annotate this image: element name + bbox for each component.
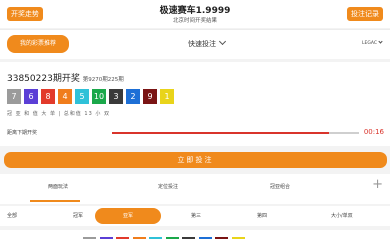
tab-recommend[interactable]: 我的彩票推荐	[7, 35, 69, 53]
color-swatch	[116, 237, 129, 239]
tab-position-bet[interactable]: 定位投注	[158, 183, 178, 190]
place-bet-button[interactable]: 立即投注	[4, 152, 387, 168]
color-swatch	[149, 237, 162, 239]
color-swatch	[198, 237, 212, 239]
color-swatch	[215, 237, 228, 239]
app-screen: 开奖走势 极速赛车1.9999 北京时间开奖结果 投注记录 我的彩票推荐 快速投…	[0, 0, 390, 240]
filter-third[interactable]: 第三	[191, 212, 201, 219]
color-swatch	[231, 237, 245, 239]
tab-combo[interactable]: 冠亚组合	[270, 183, 290, 190]
countdown-progress-fill	[112, 132, 330, 134]
color-swatch	[165, 237, 179, 239]
filter-runner-up[interactable]: 亚军	[95, 208, 161, 224]
result-ball: 1	[160, 89, 174, 104]
tab-two-sides[interactable]: 两面玩法	[48, 183, 68, 190]
page-subtitle: 北京时间开奖结果	[172, 18, 217, 24]
plus-icon[interactable]: +	[372, 178, 383, 191]
number-color-swatches	[0, 230, 390, 240]
color-swatch	[99, 237, 113, 239]
color-swatch	[132, 237, 146, 239]
result-ball: 3	[109, 89, 123, 104]
countdown-progress	[112, 132, 359, 134]
tab-quick-bet-label: 快速投注	[188, 40, 216, 48]
result-balls: 7 6 8 4 5 10 3 2 9 1	[7, 89, 174, 104]
chevron-down-icon	[378, 39, 383, 44]
result-ball: 10	[92, 89, 106, 104]
bet-history-button[interactable]: 投注记录	[347, 7, 383, 21]
color-swatch	[182, 237, 195, 239]
filter-big-small[interactable]: 大小/单双	[331, 212, 353, 219]
result-ball: 5	[75, 89, 89, 104]
countdown-label: 距离下期开奖	[7, 130, 38, 136]
position-filters: 全部 冠军 亚军 第三 第四 大小/单双	[0, 206, 390, 226]
legacy-label: LEGAC	[362, 41, 377, 46]
countdown-timer: 00:16	[363, 128, 384, 136]
filter-fourth[interactable]: 第四	[257, 212, 267, 219]
filter-champion[interactable]: 冠军	[73, 212, 83, 219]
color-swatch	[83, 237, 96, 239]
result-stats: 冠 亚 和 值 大 单 | 总和值 13 小 双	[7, 111, 110, 117]
draw-number: 33850223期开奖 第9270期225期	[7, 71, 124, 84]
draw-number-value: 33850223	[7, 74, 53, 84]
draw-period: 第9270期225期	[82, 77, 124, 83]
tab-quick-bet[interactable]: 快速投注	[188, 37, 227, 49]
result-ball: 9	[143, 89, 157, 104]
page-title: 极速赛车1.9999	[159, 6, 231, 16]
active-tab-indicator	[30, 200, 80, 202]
play-type-tabs: 两面玩法 定位投注 冠亚组合 +	[0, 174, 390, 204]
legacy-dropdown[interactable]: LEGAC	[362, 39, 383, 46]
result-ball: 6	[24, 89, 38, 104]
draw-number-suffix: 期开奖	[52, 74, 80, 84]
result-ball: 2	[126, 89, 140, 104]
header: 开奖走势 极速赛车1.9999 北京时间开奖结果 投注记录	[0, 0, 390, 28]
result-ball: 8	[41, 89, 55, 104]
tab-bar: 我的彩票推荐 快速投注 LEGAC	[0, 29, 390, 59]
chevron-down-icon	[218, 37, 227, 46]
filter-all[interactable]: 全部	[7, 212, 17, 219]
draw-result-panel: 33850223期开奖 第9270期225期 7 6 8 4 5 10 3 2 9 1 冠 亚 和…	[0, 62, 390, 146]
result-ball: 4	[58, 89, 72, 104]
result-ball: 7	[7, 89, 21, 104]
